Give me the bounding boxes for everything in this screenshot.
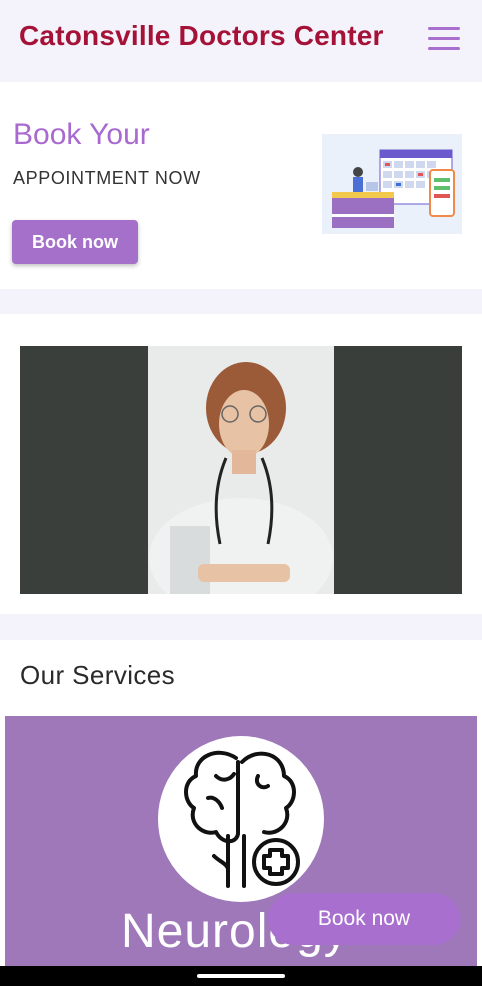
photo-card xyxy=(0,314,482,614)
app-header: Catonsville Doctors Center xyxy=(0,0,482,80)
service-slide[interactable]: Neurology xyxy=(5,716,477,986)
booking-card: Book Your APPOINTMENT NOW Book now xyxy=(0,82,482,289)
doctor-photo xyxy=(20,346,462,594)
hamburger-menu-icon[interactable] xyxy=(428,25,462,53)
home-gesture-handle[interactable] xyxy=(197,974,285,978)
services-title: Our Services xyxy=(20,660,176,690)
booking-title: Book Your xyxy=(13,118,150,151)
floating-book-now-button[interactable]: Book now xyxy=(268,893,460,945)
book-now-button[interactable]: Book now xyxy=(12,220,138,264)
booking-subtitle: APPOINTMENT NOW xyxy=(13,168,201,188)
service-icon-circle xyxy=(158,736,324,902)
appointment-illustration xyxy=(322,134,462,234)
brain-plus-icon xyxy=(184,750,300,888)
site-title: Catonsville Doctors Center xyxy=(19,20,384,51)
